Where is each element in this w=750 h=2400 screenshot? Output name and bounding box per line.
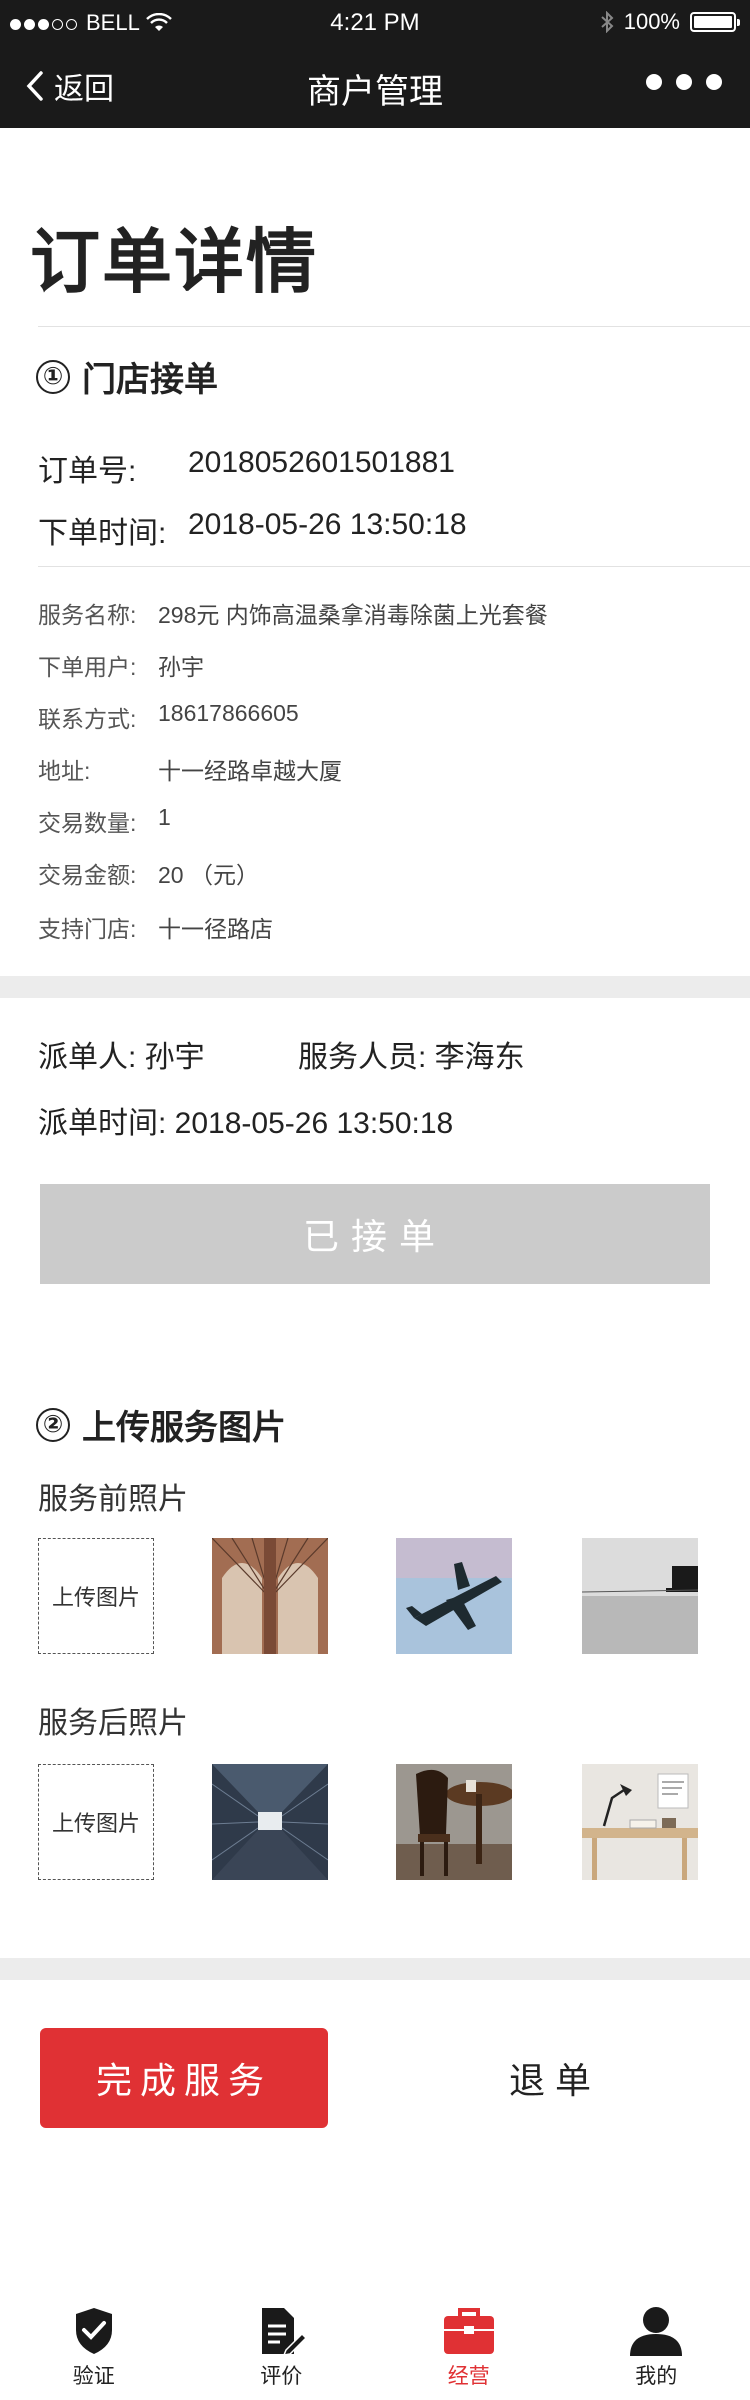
detail-value: 1 [158,804,171,830]
before-photo-thumbnail[interactable] [396,1538,512,1654]
dispatch-time: 派单时间: 2018-05-26 13:50:18 [38,1107,454,1140]
finish-service-button[interactable]: 完成服务 [40,2028,328,2128]
tab-mine[interactable]: 我的 [563,2290,750,2400]
shield-check-icon [75,2308,112,2354]
detail-value: 孙宇 [158,654,204,680]
bluetooth-icon [601,11,614,33]
detail-value: 十一径路店 [158,916,273,942]
document-edit-icon [262,2308,307,2356]
tab-label: 我的 [635,2365,678,2388]
after-photo-thumbnail[interactable] [396,1764,512,1880]
order-time-row: 下单时间: 2018-05-26 13:50:18 [38,508,467,552]
detail-row-contact: 联系方式: 18617866605 [38,700,299,734]
detail-label: 地址: [38,758,91,784]
pier-photo [582,1538,698,1654]
tab-label: 验证 [72,2365,115,2388]
section-upload-heading: ② 上传服务图片 [36,1400,286,1449]
order-time-value: 2018-05-26 13:50:18 [188,508,467,541]
tab-label: 评价 [260,2365,303,2388]
after-photo-thumbnail[interactable] [212,1764,328,1880]
status-bar: BELL 4:21 PM 100% [0,0,750,44]
before-photos-label: 服务前照片 [38,1483,188,1516]
refund-button[interactable]: 退单 [440,2028,670,2128]
detail-row-address: 地址: 十一经路卓越大厦 [38,752,342,786]
tab-bar: 验证 评价 经营 我的 [0,2290,750,2400]
more-dot-icon [706,74,722,90]
tab-review[interactable]: 评价 [188,2290,376,2400]
status-right: 100% [600,9,740,35]
more-dot-icon [646,74,662,90]
upload-after-button[interactable]: 上传图片 [38,1764,154,1880]
section-store-accept-heading: ① 门店接单 [36,352,218,401]
order-number-value: 2018052601501881 [188,446,455,479]
detail-label: 服务名称: [38,602,137,628]
bridge-photo [212,1538,328,1654]
divider [38,566,750,567]
detail-label: 支持门店: [38,916,137,942]
battery-percent: 100% [623,9,680,34]
detail-value: 十一经路卓越大厦 [158,758,342,784]
section-title: 门店接单 [82,361,218,399]
page-title: 订单详情 [30,223,318,301]
tab-label: 经营 [447,2365,490,2388]
order-number-label: 订单号: [38,455,137,488]
after-photo-thumbnail[interactable] [582,1764,698,1880]
after-photos-label: 服务后照片 [38,1707,188,1740]
tab-business[interactable]: 经营 [375,2290,563,2400]
detail-label: 交易数量: [38,810,137,836]
step-number-badge: ② [36,1407,70,1442]
detail-row-store: 支持门店: 十一径路店 [38,910,273,944]
upload-label: 上传图片 [51,1585,140,1610]
corridor-photo [212,1764,328,1880]
detail-value: 18617866605 [158,700,299,726]
detail-row-quantity: 交易数量: 1 [38,804,171,838]
user-icon [630,2307,683,2356]
section-separator [0,1958,750,1980]
briefcase-icon [443,2308,494,2354]
order-number-row: 订单号: 2018052601501881 [38,446,455,490]
airplane-photo [396,1538,512,1654]
nav-title: 商户管理 [307,73,443,111]
detail-value: 298元 内饰高温桑拿消毒除菌上光套餐 [158,602,548,628]
tab-verify[interactable]: 验证 [0,2290,188,2400]
desk-photo [582,1764,698,1880]
order-time-label: 下单时间: [38,517,167,550]
detail-row-user: 下单用户: 孙宇 [38,648,204,682]
before-photo-thumbnail[interactable] [212,1538,328,1654]
step-number-badge: ① [36,359,70,394]
upload-label: 上传图片 [51,1811,140,1836]
dispatcher: 派单人: 孙宇 [38,1041,205,1074]
section-title: 上传服务图片 [82,1409,286,1447]
accepted-button: 已接单 [40,1184,710,1284]
top-bar: BELL 4:21 PM 100% 返回 商户管理 [0,0,750,128]
chair-table-photo [396,1764,512,1880]
battery-icon [690,12,740,32]
section-separator [0,976,750,998]
detail-row-service: 服务名称: 298元 内饰高温桑拿消毒除菌上光套餐 [38,596,548,630]
upload-before-button[interactable]: 上传图片 [38,1538,154,1654]
service-staff: 服务人员: 李海东 [298,1041,525,1074]
divider [38,326,750,327]
detail-value: 20 （元） [158,862,259,888]
before-photo-thumbnail[interactable] [582,1538,698,1654]
detail-label: 下单用户: [38,654,137,680]
detail-row-amount: 交易金额: 20 （元） [38,856,259,890]
more-dot-icon [676,74,692,90]
nav-bar: 返回 商户管理 [0,44,750,128]
detail-label: 交易金额: [38,862,137,888]
detail-label: 联系方式: [38,706,137,732]
more-button[interactable] [646,74,722,90]
